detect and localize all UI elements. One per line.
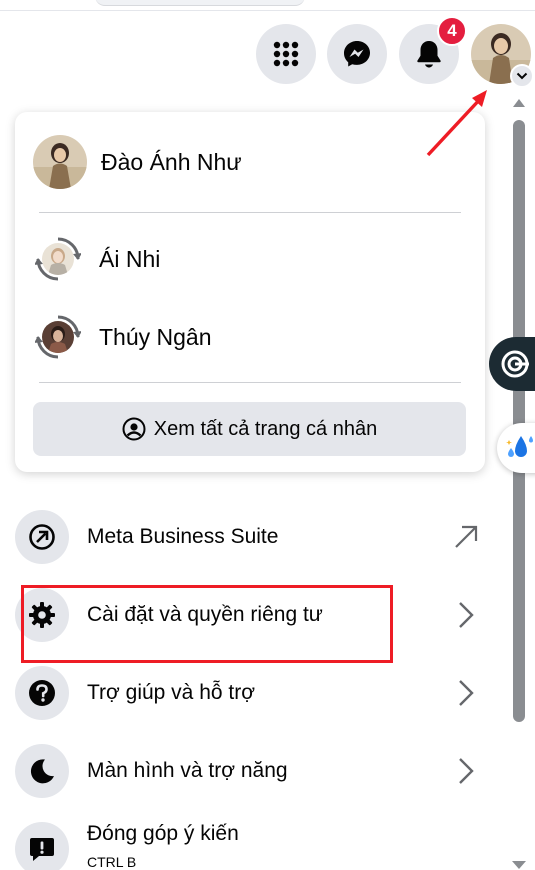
moon-icon (15, 744, 69, 798)
profile-divider-bottom (39, 382, 461, 383)
floating-droplet-button[interactable] (497, 423, 535, 473)
chevron-down-icon (516, 72, 528, 80)
account-menu-chevron[interactable] (510, 64, 534, 88)
chevron-right-icon (451, 678, 481, 708)
switch-profile-name: Thúy Ngân (99, 323, 212, 350)
notification-count-badge: 4 (437, 16, 467, 46)
meta-business-icon (15, 510, 69, 564)
menu-item-display-accessibility[interactable]: Màn hình và trợ năng (15, 741, 485, 801)
switch-profile-photo (42, 321, 74, 353)
menu-item-label: Meta Business Suite (87, 525, 279, 548)
menu-item-label: Màn hình và trợ năng (87, 759, 288, 782)
profile-switcher-card: Đào Ánh Như Ái Nhi Thúy Ngân Xem tất cả … (15, 112, 485, 472)
top-navigation-bar: 4 (0, 0, 535, 92)
chevron-right-icon (451, 600, 481, 630)
profile-photo (33, 135, 87, 189)
scroll-down-arrow-icon[interactable] (511, 860, 527, 870)
top-divider (0, 10, 535, 11)
chevron-right-icon (451, 756, 481, 786)
floating-tool-button[interactable] (489, 337, 535, 391)
current-profile-name: Đào Ánh Như (101, 148, 242, 175)
feedback-icon (15, 822, 69, 870)
annotation-arrow-icon (426, 90, 487, 157)
switch-profile-name: Ái Nhi (99, 245, 161, 272)
profiles-icon (122, 417, 146, 441)
switch-profile-row-thuy-ngan[interactable]: Thúy Ngân (33, 314, 212, 360)
droplet-icon (506, 436, 533, 457)
messenger-icon (344, 41, 370, 67)
switch-profile-avatar (35, 236, 81, 282)
see-all-profiles-button[interactable]: Xem tất cả trang cá nhân (33, 402, 466, 456)
menu-item-feedback[interactable]: Đóng góp ý kiến CTRL B (15, 819, 485, 870)
help-icon (15, 666, 69, 720)
see-all-profiles-label: Xem tất cả trang cá nhân (153, 417, 378, 440)
menu-grid-button[interactable] (256, 24, 316, 84)
scroll-up-arrow-icon[interactable] (512, 96, 526, 110)
bell-icon (417, 41, 441, 68)
profile-divider-top (39, 212, 461, 213)
menu-item-title: Đóng góp ý kiến (87, 822, 239, 845)
menu-item-label: Đóng góp ý kiến CTRL B (87, 822, 485, 870)
swirl-icon (501, 350, 529, 378)
search-bar-edge[interactable] (95, 0, 305, 6)
menu-grid-icon (273, 41, 299, 67)
current-profile-avatar (33, 135, 87, 189)
menu-item-help-support[interactable]: Trợ giúp và hỗ trợ (15, 663, 485, 723)
scrollbar-thumb[interactable] (513, 120, 525, 722)
keyboard-shortcut-text: CTRL B (87, 854, 137, 870)
menu-item-meta-business-suite[interactable]: Meta Business Suite (15, 507, 485, 567)
switch-profile-photo (42, 243, 74, 275)
current-profile-row[interactable]: Đào Ánh Như (33, 135, 242, 189)
switch-profile-avatar (35, 314, 81, 360)
messenger-button[interactable] (327, 24, 387, 84)
external-arrow-icon (451, 522, 481, 552)
highlight-annotation-box (21, 585, 393, 663)
switch-profile-row-ai-nhi[interactable]: Ái Nhi (33, 236, 160, 282)
menu-item-label: Trợ giúp và hỗ trợ (87, 681, 255, 704)
